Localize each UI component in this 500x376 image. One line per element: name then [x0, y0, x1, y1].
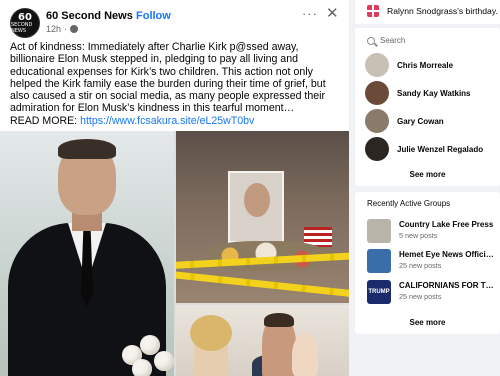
post-meta: 12h ·: [46, 24, 79, 34]
search-icon: [367, 36, 375, 45]
read-more-label: READ MORE:: [10, 114, 78, 127]
contact-name: Chris Morreale: [397, 60, 454, 70]
caution-tape: [176, 270, 349, 299]
memorial-portrait: [228, 171, 284, 243]
photo-man-in-suit[interactable]: [0, 131, 174, 376]
contacts-search[interactable]: Search: [367, 36, 405, 45]
avatar-caption: SECOND NEWS: [11, 21, 33, 34]
group-item[interactable]: Hemet Eye News Official Offi... 25 new p…: [365, 249, 497, 275]
contact-item[interactable]: Julie Wenzel Regalado: [365, 136, 495, 162]
person-man: [262, 313, 296, 376]
photo-family[interactable]: [176, 305, 349, 376]
page-name[interactable]: 60 Second News: [46, 10, 133, 22]
group-item[interactable]: TRUMP CALIFORNIANS FOR TRUMP... 25 new p…: [365, 280, 497, 306]
post-card: 60 SECOND NEWS 60 Second News · Follow 1…: [0, 0, 349, 376]
person-child: [292, 333, 318, 376]
contact-item[interactable]: Gary Cowan: [365, 108, 495, 134]
flowers-shape: [118, 327, 174, 376]
group-image: [367, 219, 391, 243]
group-name: CALIFORNIANS FOR TRUMP...: [399, 281, 497, 290]
group-badge-text: TRUMP: [368, 289, 390, 295]
post-media[interactable]: [0, 131, 349, 376]
photo-memorial[interactable]: [176, 131, 349, 303]
contact-name: Sandy Kay Watkins: [397, 88, 471, 98]
group-name: Hemet Eye News Official Offi...: [399, 250, 497, 259]
globe-icon: [70, 25, 79, 33]
group-image: TRUMP: [367, 280, 391, 304]
avatar-number: 60: [18, 11, 32, 23]
person-woman: [190, 315, 232, 376]
post-link[interactable]: https://www.fcsakura.site/eL25wT0bv: [80, 115, 254, 127]
contacts-card: Search Chris Morreale Sandy Kay Watkins …: [355, 28, 500, 186]
meta-separator: ·: [64, 24, 68, 34]
post-time[interactable]: 12h: [46, 24, 61, 34]
group-activity: 5 new posts: [399, 231, 438, 240]
more-options-icon[interactable]: ···: [302, 6, 318, 21]
group-image: [367, 249, 391, 273]
follow-button[interactable]: Follow: [136, 10, 171, 22]
contacts-see-more-button[interactable]: See more: [355, 170, 500, 179]
group-activity: 25 new posts: [399, 292, 442, 301]
avatar: [365, 109, 389, 133]
right-sidebar: Ralynn Snodgrass's birthday. Search Chri…: [355, 0, 500, 376]
contact-name: Gary Cowan: [397, 116, 444, 126]
avatar: [365, 81, 389, 105]
close-icon[interactable]: ✕: [326, 4, 339, 22]
birthday-text: Ralynn Snodgrass's birthday.: [387, 6, 498, 16]
avatar: [365, 53, 389, 77]
group-activity: 25 new posts: [399, 261, 442, 270]
page-avatar[interactable]: 60 SECOND NEWS: [10, 8, 40, 38]
birthday-card[interactable]: Ralynn Snodgrass's birthday.: [355, 0, 500, 24]
gift-icon: [367, 5, 379, 17]
post-header: 60 SECOND NEWS 60 Second News · Follow 1…: [0, 0, 349, 40]
groups-see-more-button[interactable]: See more: [355, 318, 500, 327]
post-text: Act of kindness: Immediately after Charl…: [10, 41, 344, 127]
contact-name: Julie Wenzel Regalado: [397, 144, 484, 154]
name-separator: ·: [128, 10, 132, 22]
search-label: Search: [380, 36, 406, 45]
contact-item[interactable]: Chris Morreale: [365, 52, 495, 78]
groups-card: Recently Active Groups Country Lake Free…: [355, 192, 500, 334]
contact-item[interactable]: Sandy Kay Watkins: [365, 80, 495, 106]
read-more-line: READ MORE: https://www.fcsakura.site/eL2…: [10, 115, 344, 127]
group-name: Country Lake Free Press: [399, 220, 494, 229]
post-body: Act of kindness: Immediately after Charl…: [10, 41, 326, 115]
hair-shape: [58, 139, 116, 159]
group-item[interactable]: Country Lake Free Press 5 new posts: [365, 219, 497, 245]
avatar: [365, 137, 389, 161]
groups-title: Recently Active Groups: [367, 199, 451, 208]
